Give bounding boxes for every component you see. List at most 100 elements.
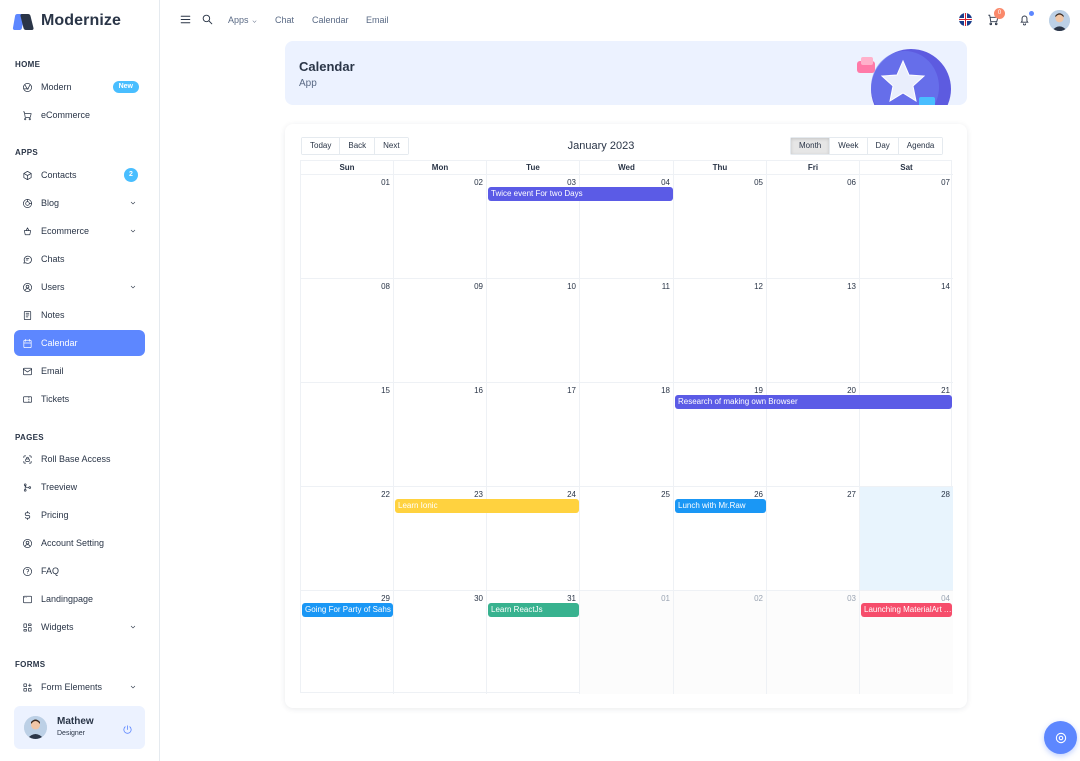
star-illustration-icon [857,49,951,105]
day-number: 26 [754,490,763,499]
day-cell[interactable]: 02 [674,590,767,694]
day-cell[interactable]: 10 [487,278,580,382]
weekday-header: Wed [580,161,674,174]
brand-name: Modernize [41,12,122,29]
profile-role: Designer [57,730,86,737]
ticket-icon [21,393,33,405]
back-button[interactable]: Back [340,138,376,154]
header-avatar[interactable] [1049,10,1070,31]
calendar-event[interactable]: Learn Ionic [395,499,579,513]
sidebar-item-landingpage[interactable]: Landingpage [14,586,145,612]
day-number: 31 [567,594,576,603]
profile-name: Mathew [57,716,94,727]
sidebar-item-users[interactable]: Users [14,274,145,300]
day-cell[interactable]: 09 [394,278,487,382]
sidebar-item-pricing[interactable]: Pricing [14,502,145,528]
day-cell[interactable]: 02 [394,174,487,278]
sidebar-item-form-elements[interactable]: Form Elements [14,674,145,700]
header-link-calendar[interactable]: Calendar [312,15,349,25]
day-cell[interactable]: 30 [394,590,487,694]
currency-dollar-icon [21,509,33,521]
day-cell[interactable]: 01 [301,174,394,278]
day-cell[interactable]: 28 [860,486,953,590]
sidebar-item-faq[interactable]: FAQ [14,558,145,584]
header-link-chat[interactable]: Chat [275,15,294,25]
day-cell[interactable]: 08 [301,278,394,382]
day-cell[interactable]: 06 [767,174,860,278]
day-cell[interactable]: 17 [487,382,580,486]
day-cell[interactable]: 15 [301,382,394,486]
day-cell[interactable]: 16 [394,382,487,486]
day-cell[interactable]: 27 [767,486,860,590]
week-view-button[interactable]: Week [830,138,868,154]
today-button[interactable]: Today [302,138,341,154]
day-number: 10 [567,282,576,291]
count-badge: 2 [124,168,138,182]
day-cell[interactable]: 25 [580,486,674,590]
day-number: 29 [381,594,390,603]
month-view-button[interactable]: Month [791,138,831,154]
day-cell[interactable]: 12 [674,278,767,382]
next-button[interactable]: Next [375,138,408,154]
day-number: 01 [381,178,390,187]
chevron-down-icon [129,227,137,235]
header-link-email[interactable]: Email [366,15,389,25]
day-cell[interactable]: 11 [580,278,674,382]
sidebar-item-tickets[interactable]: Tickets [14,386,145,412]
menu-icon[interactable] [179,13,192,26]
day-cell[interactable]: 13 [767,278,860,382]
calendar-icon [21,337,33,349]
chevron-down-icon [129,623,137,631]
brand-logo-icon [12,12,34,30]
settings-fab-button[interactable] [1044,721,1077,754]
day-cell[interactable]: 03 [767,590,860,694]
sidebar-item-email[interactable]: Email [14,358,145,384]
sidebar-item-account-setting[interactable]: Account Setting [14,530,145,556]
calendar-event[interactable]: Research of making own Browser [675,395,952,409]
day-view-button[interactable]: Day [867,138,899,154]
day-number: 14 [941,282,950,291]
search-icon[interactable] [201,13,214,26]
day-number: 17 [567,386,576,395]
sidebar-item-treeview[interactable]: Treeview [14,474,145,500]
sidebar-item-roll-base-access[interactable]: Roll Base Access [14,446,145,472]
agenda-view-button[interactable]: Agenda [898,138,943,154]
sidebar-item-label: Account Setting [41,538,105,548]
header-link-apps[interactable]: Apps [228,15,258,25]
day-cell[interactable]: 14 [860,278,953,382]
brand[interactable]: Modernize [12,10,122,32]
day-cell[interactable]: 07 [860,174,953,278]
sidebar-item-notes[interactable]: Notes [14,302,145,328]
sidebar-item-widgets[interactable]: Widgets [14,614,145,640]
day-cell[interactable]: 01 [580,590,674,694]
sidebar-item-ecommerce[interactable]: eCommerce [14,102,145,128]
calendar-event[interactable]: Going For Party of Sahs [302,603,393,617]
sidebar-item-label: Tickets [41,394,70,404]
sidebar-item-calendar[interactable]: Calendar [14,330,145,356]
sidebar-item-label: Pricing [41,510,69,520]
sidebar-item-label: Notes [41,310,65,320]
sidebar-item-label: Ecommerce [41,226,90,236]
day-cell[interactable]: 22 [301,486,394,590]
sidebar-item-label: Contacts [41,170,77,180]
calendar-event[interactable]: Learn ReactJs [488,603,579,617]
nav-caption-pages: PAGES [15,433,44,442]
notification-dot [1029,11,1034,16]
calendar-event[interactable]: Lunch with Mr.Raw [675,499,766,513]
day-cell[interactable]: 05 [674,174,767,278]
shopping-cart-icon [21,109,33,121]
sidebar-item-blog[interactable]: Blog [14,190,145,216]
cart-count-badge: 0 [994,8,1005,19]
sidebar-item-modern[interactable]: Modern New [14,74,145,100]
page-title: Calendar [299,59,355,74]
uk-flag-icon[interactable] [959,13,972,26]
sidebar-item-chats[interactable]: Chats [14,246,145,272]
sidebar-item-contacts[interactable]: Contacts 2 [14,162,145,188]
sidebar-item-ecommerce[interactable]: Ecommerce [14,218,145,244]
day-cell[interactable]: 18 [580,382,674,486]
calendar-event[interactable]: Launching MaterialArt Angular [861,603,952,617]
calendar-event[interactable]: Twice event For two Days [488,187,673,201]
sidebar-item-label: Modern [41,82,72,92]
day-number: 19 [754,386,763,395]
power-icon[interactable] [122,722,133,734]
